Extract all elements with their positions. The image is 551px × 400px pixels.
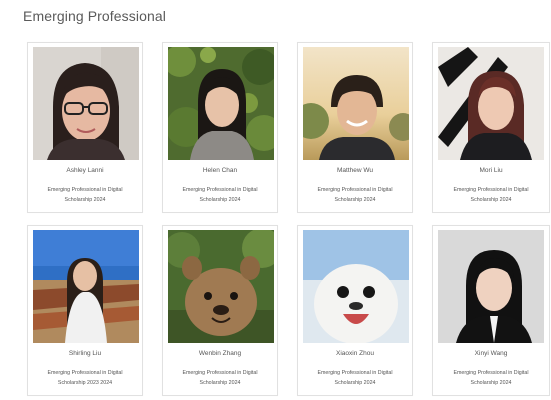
profile-name: Helen Chan [202, 167, 238, 174]
profile-name: Xiaoxin Zhou [336, 350, 374, 357]
profile-role: Emerging Professional in Digital Scholar… [453, 370, 529, 386]
profile-role: Emerging Professional in Digital Scholar… [317, 370, 393, 386]
profile-card[interactable]: Xinyi Wang Emerging Professional in Digi… [432, 225, 550, 396]
profile-role: Emerging Professional in Digital Scholar… [47, 187, 123, 203]
profile-role: Emerging Professional in Digital Scholar… [182, 187, 258, 203]
profile-card[interactable]: Shirling Liu Emerging Professional in Di… [27, 225, 143, 396]
profile-photo[interactable] [438, 230, 544, 343]
profile-photo[interactable] [303, 230, 409, 343]
profile-name: Xinyi Wang [474, 350, 508, 357]
profile-name: Mori Liu [479, 167, 503, 174]
profile-role: Emerging Professional in Digital Scholar… [47, 370, 123, 386]
profile-photo[interactable] [33, 47, 139, 160]
profile-card[interactable]: Wenbin Zhang Emerging Professional in Di… [162, 225, 278, 396]
profile-role: Emerging Professional in Digital Scholar… [453, 187, 529, 203]
profile-name: Wenbin Zhang [198, 350, 242, 357]
profile-photo[interactable] [303, 47, 409, 160]
profile-role: Emerging Professional in Digital Scholar… [182, 370, 258, 386]
section-title: Emerging Professional [23, 8, 166, 24]
profile-photo[interactable] [168, 230, 274, 343]
profile-card[interactable]: Xiaoxin Zhou Emerging Professional in Di… [297, 225, 413, 396]
profile-name: Shirling Liu [68, 350, 102, 357]
profile-role: Emerging Professional in Digital Scholar… [317, 187, 393, 203]
profile-card[interactable]: Matthew Wu Emerging Professional in Digi… [297, 42, 413, 213]
profile-card[interactable]: Helen Chan Emerging Professional in Digi… [162, 42, 278, 213]
profile-photo[interactable] [168, 47, 274, 160]
profile-card[interactable]: Ashley Lanni Emerging Professional in Di… [27, 42, 143, 213]
profile-photo[interactable] [33, 230, 139, 343]
profile-name: Matthew Wu [336, 167, 373, 174]
profile-card[interactable]: Mori Liu Emerging Professional in Digita… [432, 42, 550, 213]
profile-name: Ashley Lanni [66, 167, 104, 174]
profile-photo[interactable] [438, 47, 544, 160]
